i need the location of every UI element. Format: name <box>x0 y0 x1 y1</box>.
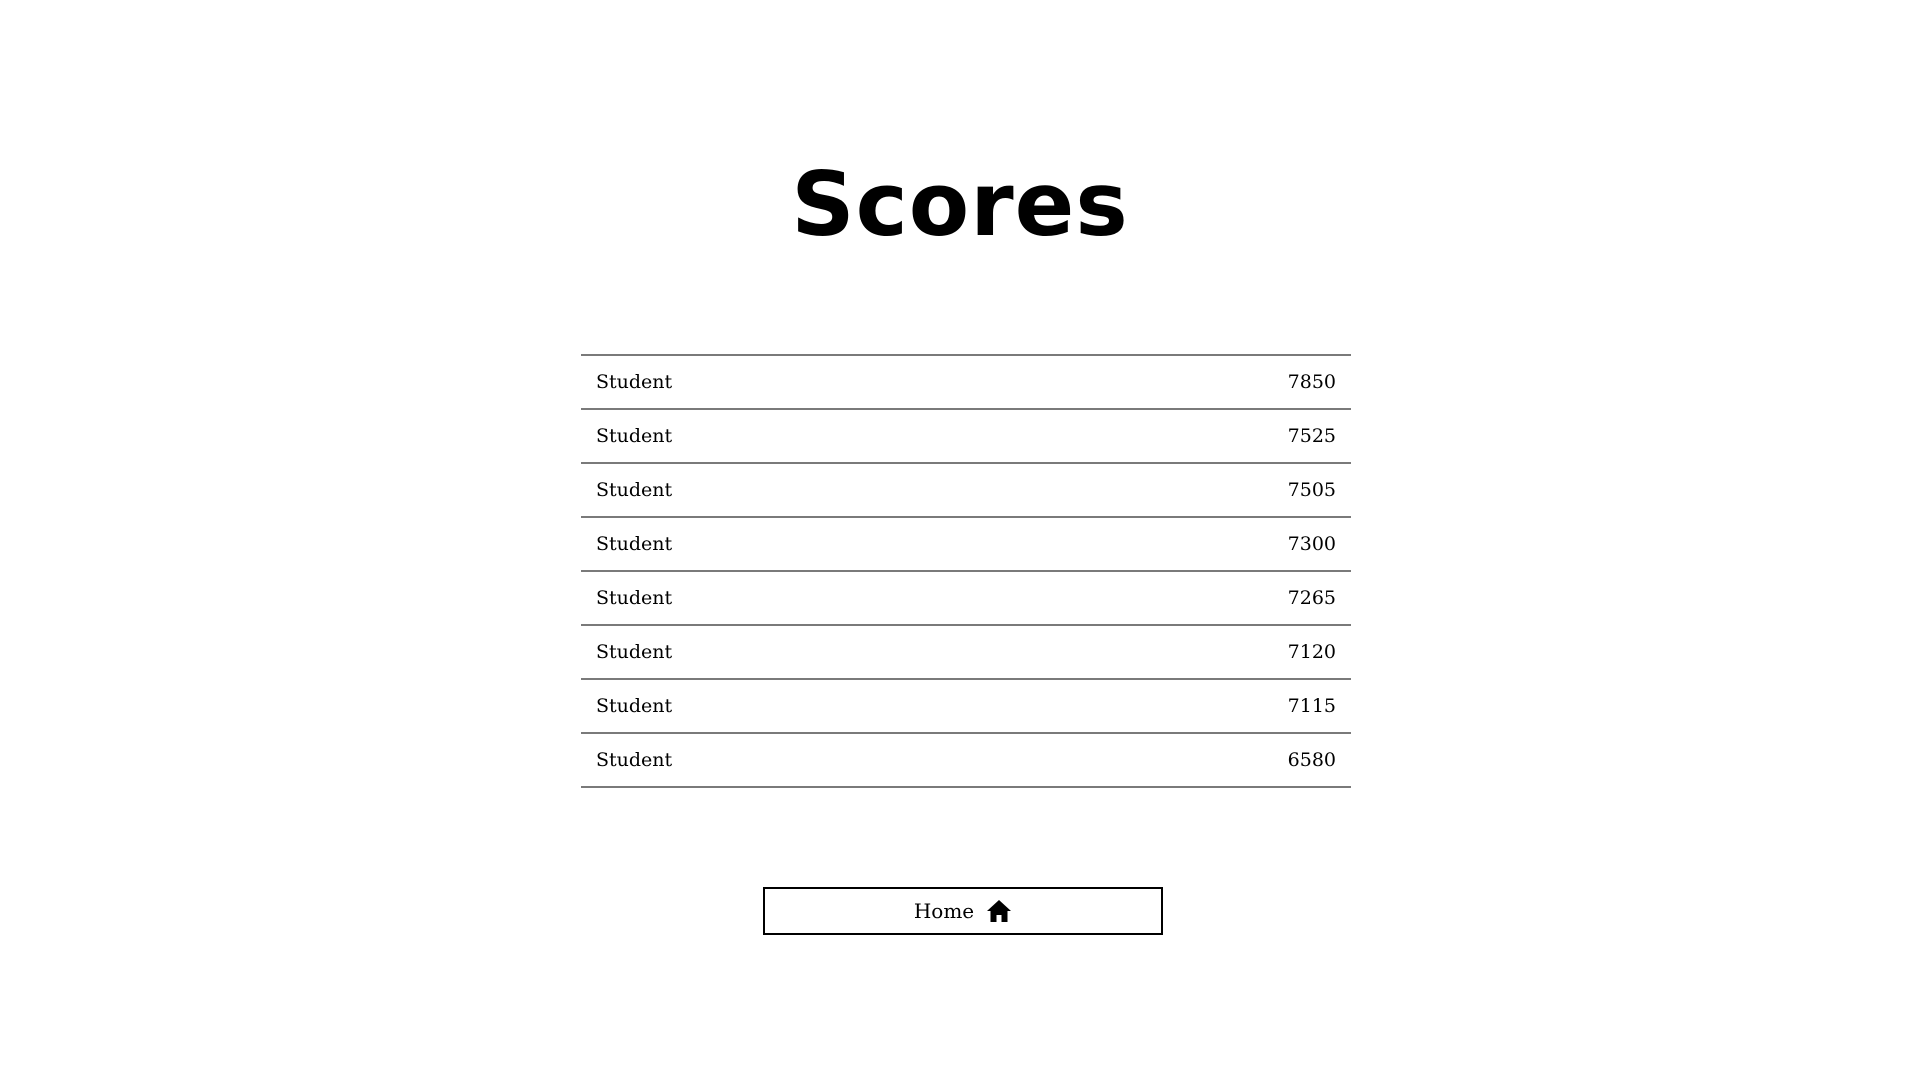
table-row: Student 6580 <box>581 734 1351 788</box>
student-name: Student <box>596 533 673 555</box>
home-button-label: Home <box>913 899 975 923</box>
table-row: Student 7850 <box>581 356 1351 410</box>
student-score: 7505 <box>1287 479 1336 501</box>
scores-table: Student 7850 Student 7525 Student 7505 S… <box>581 354 1351 788</box>
student-score: 6580 <box>1287 749 1336 771</box>
student-name: Student <box>596 749 673 771</box>
student-score: 7120 <box>1287 641 1336 663</box>
home-button[interactable]: Home <box>763 887 1163 935</box>
table-row: Student 7525 <box>581 410 1351 464</box>
student-name: Student <box>596 371 673 393</box>
table-row: Student 7505 <box>581 464 1351 518</box>
table-row: Student 7265 <box>581 572 1351 626</box>
table-row: Student 7120 <box>581 626 1351 680</box>
table-row: Student 7115 <box>581 680 1351 734</box>
student-score: 7115 <box>1287 695 1336 717</box>
scores-page: Scores Student 7850 Student 7525 Student… <box>0 0 1920 1080</box>
student-name: Student <box>596 479 673 501</box>
student-name: Student <box>596 425 673 447</box>
student-score: 7265 <box>1287 587 1336 609</box>
student-score: 7850 <box>1287 371 1336 393</box>
student-name: Student <box>596 695 673 717</box>
student-score: 7525 <box>1287 425 1336 447</box>
student-score: 7300 <box>1287 533 1336 555</box>
student-name: Student <box>596 641 673 663</box>
table-row: Student 7300 <box>581 518 1351 572</box>
page-title: Scores <box>791 153 1129 256</box>
home-icon <box>986 899 1012 923</box>
student-name: Student <box>596 587 673 609</box>
